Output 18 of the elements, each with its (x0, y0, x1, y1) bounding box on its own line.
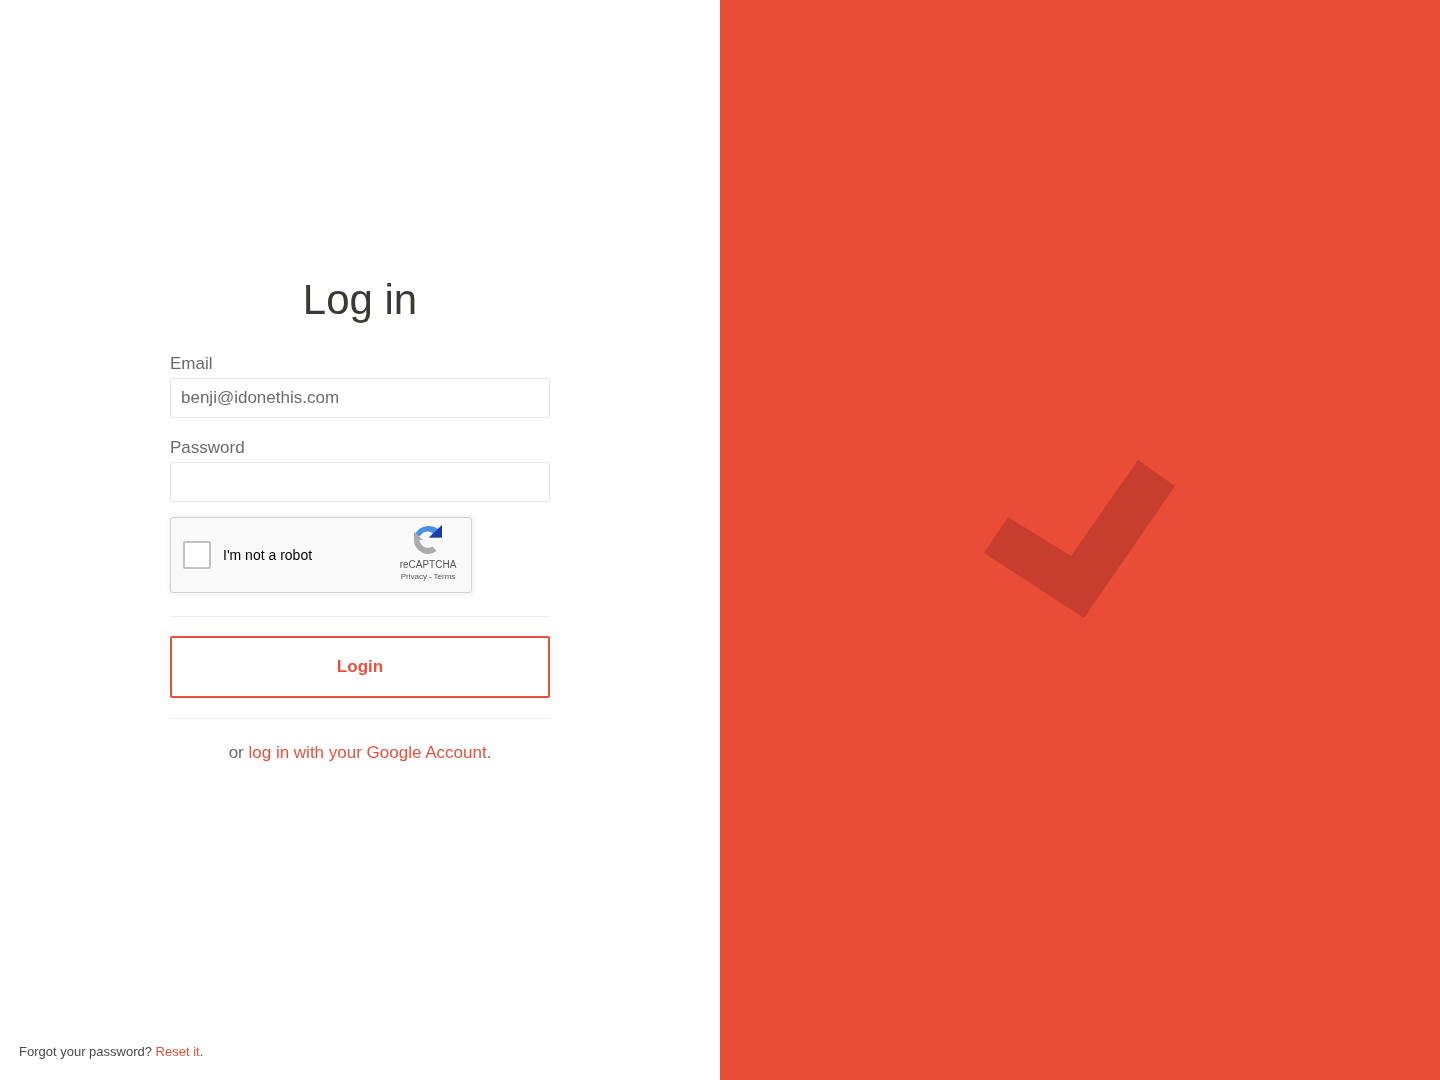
input-field[interactable]: benji@idonethis.com (170, 378, 550, 418)
login-button[interactable]: Login (170, 636, 550, 698)
privacy-link[interactable]: Privacy (400, 572, 427, 582)
terms-link[interactable]: Terms (433, 572, 456, 582)
checkmark-icon (984, 460, 1175, 618)
circular-arrows-icon (412, 524, 444, 556)
page-title: Log in (301, 275, 419, 325)
input-field[interactable] (170, 462, 550, 502)
forgot-password-text: Forgot your password? Reset it. (19, 1043, 204, 1061)
captcha-brand: reCAPTCHA (399, 559, 457, 571)
google-login-text: or log in with your Google Account. (228, 742, 492, 764)
reset-password-link[interactable]: Reset it (155, 1044, 200, 1059)
field-label: Password (170, 437, 245, 459)
captcha-label: I'm not a robot (223, 545, 313, 565)
link-separator: - (428, 572, 432, 582)
field-label: Email (170, 353, 213, 375)
captcha-checkbox[interactable] (183, 541, 211, 569)
google-login-link[interactable]: log in with your Google Account (248, 743, 487, 762)
